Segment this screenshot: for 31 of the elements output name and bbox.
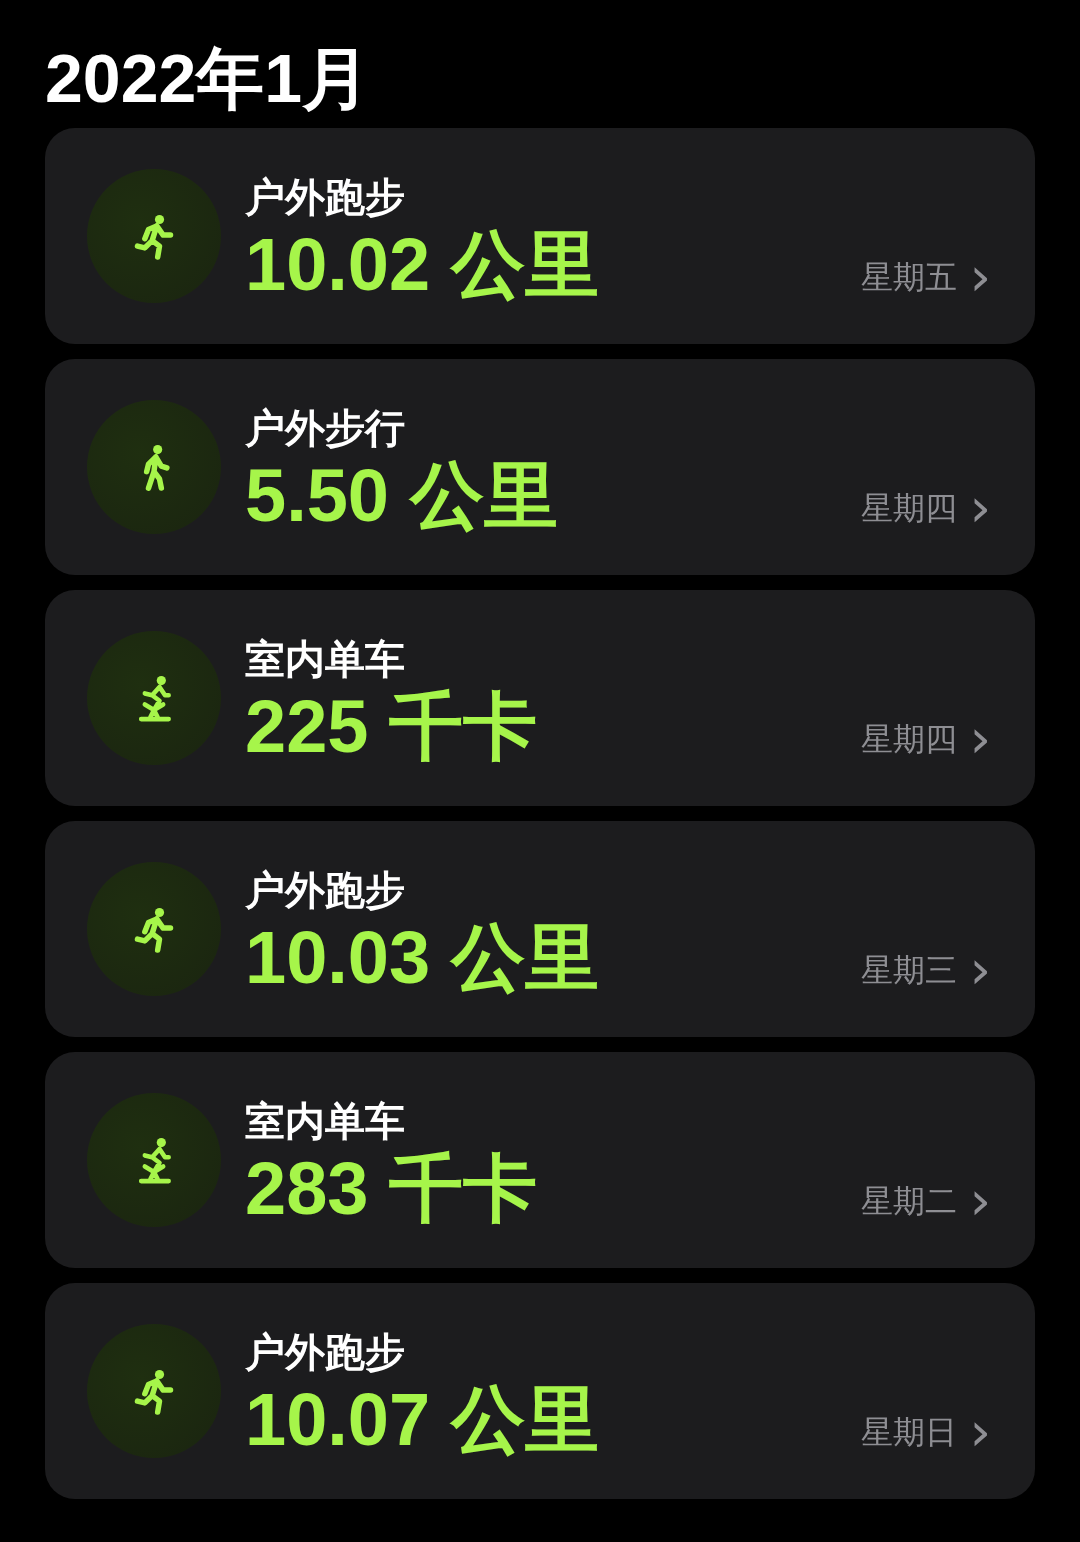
workout-card[interactable]: 户外步行 5.50 公里 星期四 › — [45, 359, 1035, 575]
workout-card[interactable]: 户外跑步 10.03 公里 星期三 › — [45, 821, 1035, 1037]
chevron-icon: › — [969, 483, 991, 533]
workout-value: 10.02 公里 — [245, 222, 600, 308]
workout-value: 10.07 公里 — [245, 1377, 600, 1463]
workout-type: 户外跑步 — [245, 1328, 406, 1377]
weekday-label: 星期日 — [861, 1412, 958, 1453]
weekday-label: 星期五 — [861, 257, 958, 298]
workout-value: 5.50 公里 — [245, 453, 559, 539]
chevron-icon: › — [969, 252, 991, 302]
workout-card[interactable]: 室内单车 225 千卡 星期四 › — [45, 590, 1035, 806]
workout-card[interactable]: 户外跑步 10.02 公里 星期五 › — [45, 128, 1035, 344]
workout-type: 户外步行 — [245, 404, 406, 453]
workout-value: 283 千卡 — [245, 1146, 539, 1232]
weekday-label: 星期四 — [861, 488, 958, 529]
chevron-icon: › — [969, 1176, 991, 1226]
workout-card[interactable]: 室内单车 283 千卡 星期二 › — [45, 1052, 1035, 1268]
weekday-label: 星期二 — [861, 1181, 958, 1222]
workout-value: 225 千卡 — [245, 684, 539, 770]
workout-type: 户外跑步 — [245, 173, 406, 222]
month-heading: 2022年1月 — [45, 39, 372, 118]
workout-card[interactable]: 户外跑步 10.07 公里 星期日 › — [45, 1283, 1035, 1499]
chevron-icon: › — [969, 945, 991, 995]
workout-type: 室内单车 — [245, 635, 406, 684]
workout-type: 室内单车 — [245, 1097, 406, 1146]
weekday-label: 星期三 — [861, 950, 958, 991]
weekday-label: 星期四 — [861, 719, 958, 760]
workout-type: 户外跑步 — [245, 866, 406, 915]
workout-value: 10.03 公里 — [245, 915, 600, 1001]
chevron-icon: › — [969, 1407, 991, 1457]
chevron-icon: › — [969, 714, 991, 764]
